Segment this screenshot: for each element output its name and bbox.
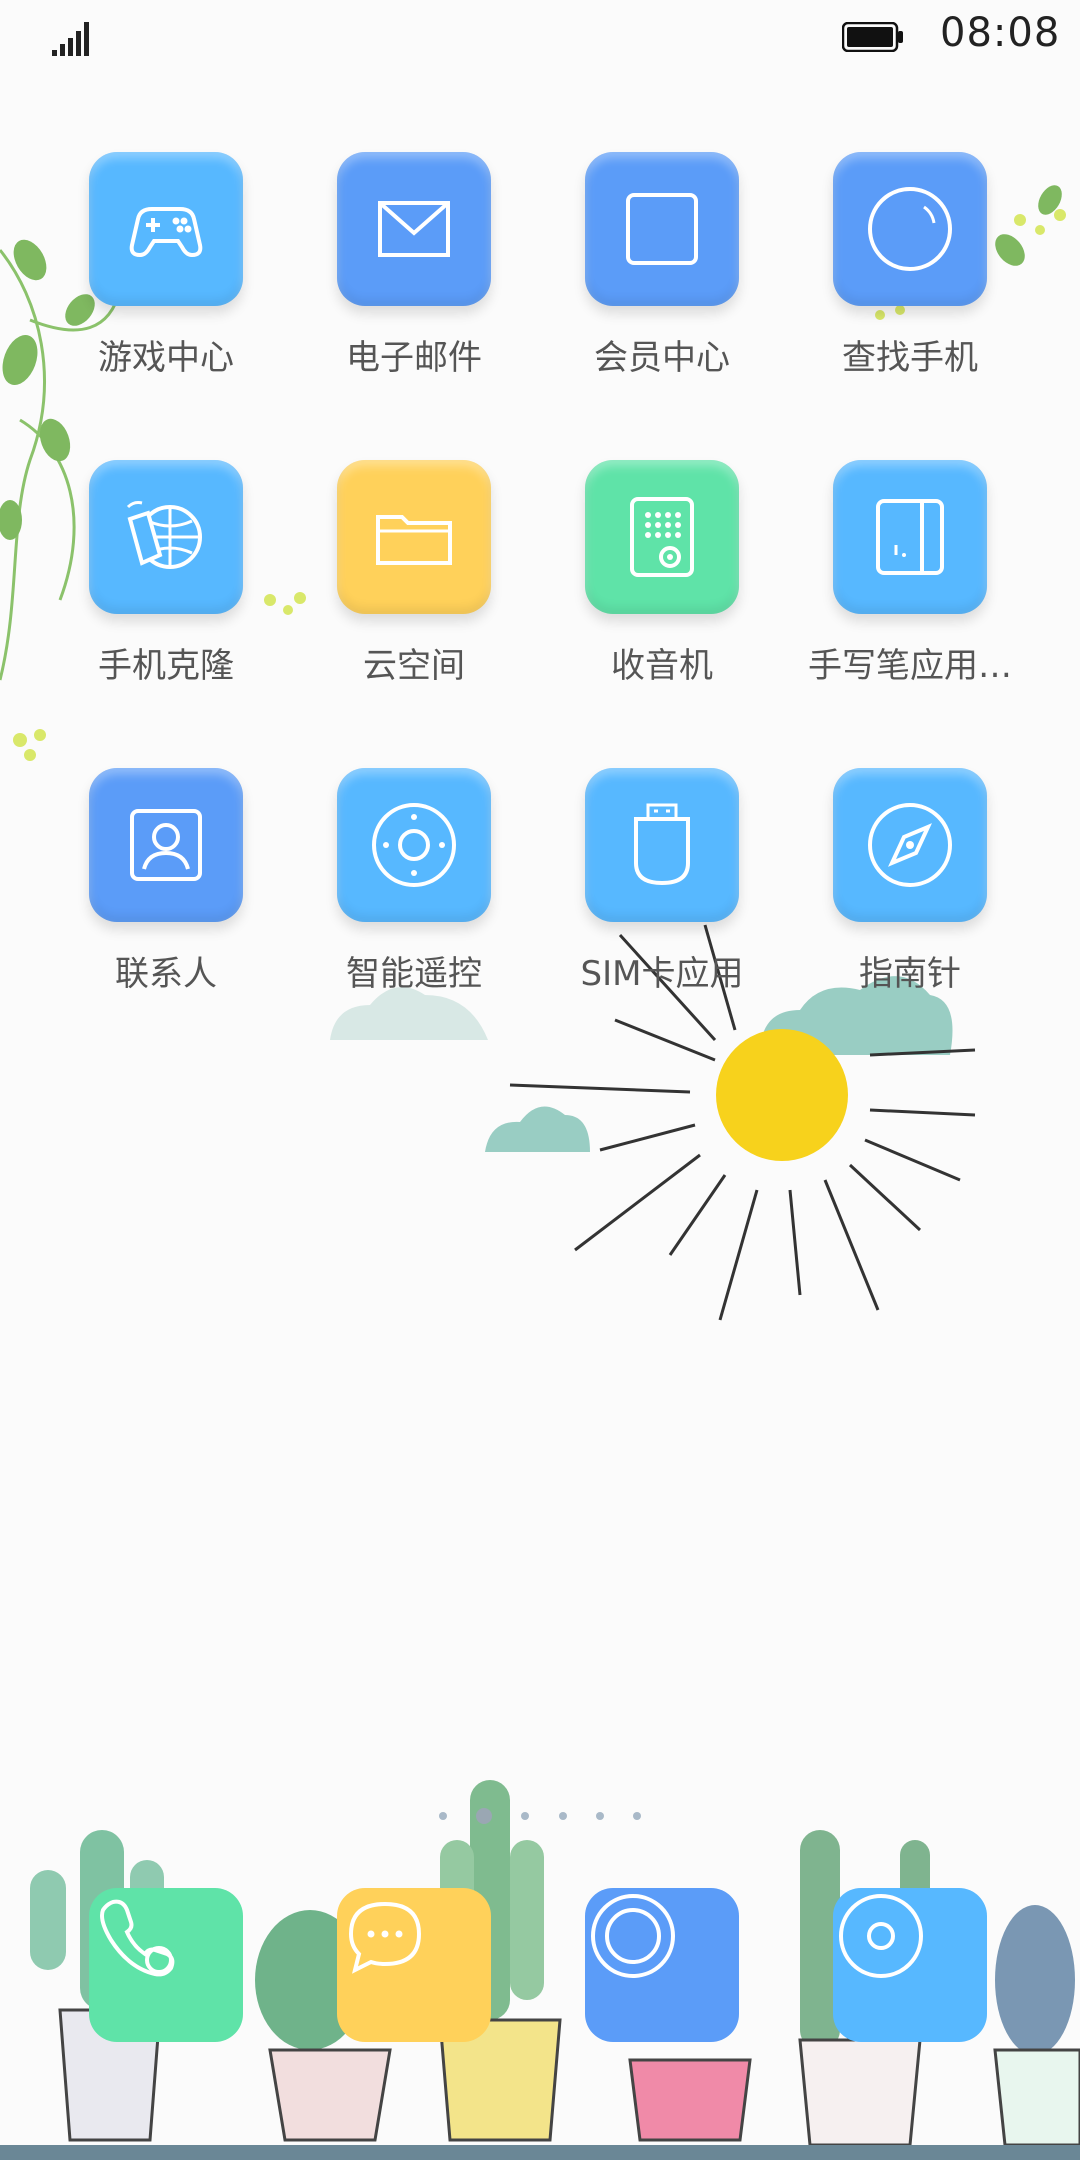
- app-label: SIM卡应用: [580, 954, 744, 994]
- browser-icon: [591, 1894, 675, 1978]
- app-label: 联系人: [115, 954, 217, 994]
- app-stylus[interactable]: 手写笔应用…: [808, 460, 1012, 687]
- app-member-center[interactable]: 会员中心: [562, 152, 762, 379]
- gamepad-icon: [129, 207, 203, 258]
- clone-icon: [126, 501, 202, 569]
- page-indicator[interactable]: [0, 1805, 1080, 1824]
- app-label: 指南针: [859, 954, 961, 994]
- app-compass[interactable]: 指南针: [810, 768, 1010, 995]
- app-game-center[interactable]: 游戏中心: [66, 152, 266, 379]
- app-phone-clone[interactable]: 手机克隆: [66, 460, 266, 687]
- app-sim-toolkit[interactable]: SIM卡应用: [562, 768, 762, 995]
- dock-messages-button[interactable]: [337, 1888, 491, 2042]
- app-label: 收音机: [611, 646, 713, 686]
- radio-icon: [630, 497, 694, 577]
- phone-icon: [100, 1899, 175, 1977]
- stylus-app-icon: [876, 499, 944, 575]
- app-contacts[interactable]: 联系人: [66, 768, 266, 995]
- app-label: 查找手机: [842, 338, 978, 378]
- page-dot[interactable]: [439, 1811, 448, 1820]
- music-icon: [839, 1894, 923, 1978]
- signal-icon: [52, 22, 89, 56]
- page-dot[interactable]: [632, 1811, 641, 1820]
- square-icon: [626, 193, 698, 265]
- message-icon: [348, 1901, 422, 1974]
- app-find-phone[interactable]: 查找手机: [810, 152, 1010, 379]
- dock-browser-button[interactable]: [585, 1888, 739, 2042]
- status-bar: 08:08: [0, 0, 1080, 80]
- mail-icon: [378, 201, 450, 257]
- page-dot[interactable]: [595, 1811, 604, 1820]
- app-label: 云空间: [363, 646, 465, 686]
- page-dot-active[interactable]: [476, 1807, 493, 1824]
- contact-icon: [130, 809, 202, 881]
- app-radio[interactable]: 收音机: [562, 460, 762, 687]
- app-label: 电子邮件: [346, 338, 482, 378]
- app-label: 手机克隆: [98, 646, 234, 686]
- app-email[interactable]: 电子邮件: [314, 152, 514, 379]
- page-dot[interactable]: [521, 1811, 530, 1820]
- compass-icon: [868, 803, 952, 887]
- dock-phone-button[interactable]: [89, 1888, 243, 2042]
- page-dot[interactable]: [558, 1811, 567, 1820]
- battery-icon: [842, 22, 903, 52]
- app-label: 游戏中心: [98, 338, 234, 378]
- app-cloud-space[interactable]: 云空间: [314, 460, 514, 687]
- app-smart-remote[interactable]: 智能遥控: [314, 768, 514, 995]
- sim-card-icon: [634, 803, 690, 886]
- circle-icon: [868, 187, 952, 271]
- remote-icon: [372, 803, 456, 887]
- status-time: 08:08: [940, 10, 1061, 56]
- app-label: 会员中心: [594, 338, 730, 378]
- dock-music-button[interactable]: [833, 1888, 987, 2042]
- app-label: 手写笔应用…: [808, 646, 1012, 686]
- app-label: 智能遥控: [346, 954, 482, 994]
- folder-icon: [376, 515, 452, 565]
